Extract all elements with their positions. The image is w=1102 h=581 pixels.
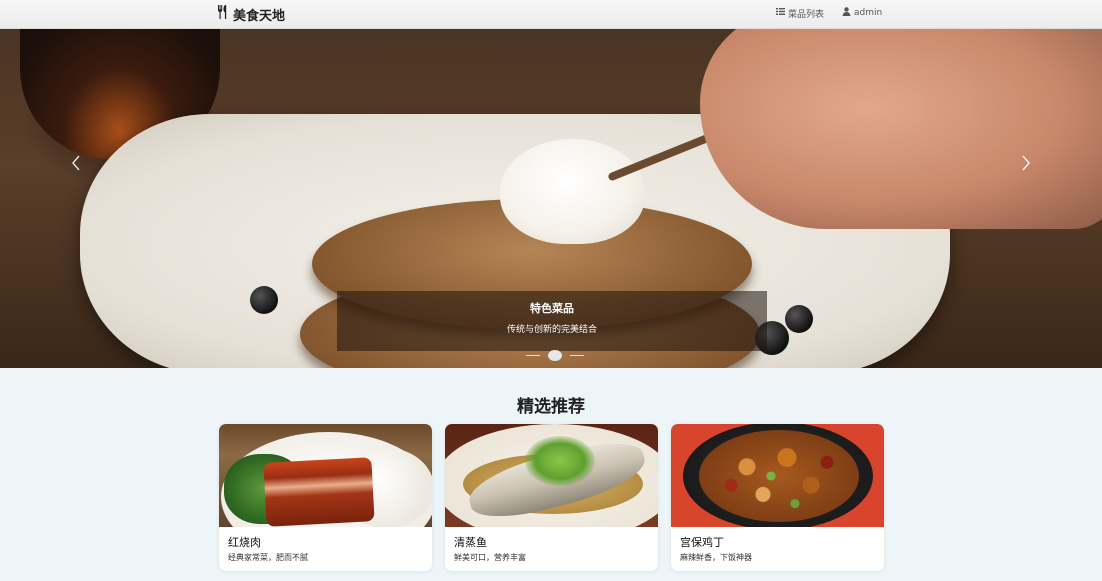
carousel-indicator[interactable] [570,354,584,357]
chevron-right-icon [1022,155,1030,171]
carousel-indicator-active[interactable] [548,350,562,361]
brand-link[interactable]: 美食天地 [217,5,286,24]
carousel-indicators [526,350,584,361]
carousel-caption-subtitle: 传统与创新的完美结合 [506,325,597,335]
carousel-image-berry [785,305,813,333]
nav-links: 菜品列表 admin [776,6,882,20]
dish-card[interactable]: 红烧肉 经典家常菜，肥而不腻 [219,424,432,571]
dish-image-kung-pao-chicken [671,424,884,527]
carousel-caption: 特色菜品 传统与创新的完美结合 [337,291,767,351]
nav-link-dish-list-label: 菜品列表 [788,9,825,20]
carousel-image-berry [250,286,278,314]
chevron-left-icon [72,155,80,171]
dish-name: 宫保鸡丁 [680,536,724,549]
navbar: 美食天地 菜品列表 admin [0,0,1102,29]
user-icon [842,7,851,19]
carousel-indicator[interactable] [526,354,540,357]
carousel-next-button[interactable] [1016,151,1036,175]
dish-image-braised-pork [219,424,432,527]
carousel-image-cream [500,139,645,244]
dish-card[interactable]: 清蒸鱼 鲜美可口，营养丰富 [445,424,658,571]
brand-name: 美食天地 [233,8,286,24]
dish-name: 红烧肉 [228,536,261,549]
dish-description: 经典家常菜，肥而不腻 [228,553,308,562]
featured-section-title: 精选推荐 [517,397,585,417]
nav-link-user[interactable]: admin [842,6,882,20]
dish-card[interactable]: 宫保鸡丁 麻辣鲜香，下饭神器 [671,424,884,571]
carousel-caption-title: 特色菜品 [530,302,574,315]
list-icon [776,7,785,19]
dish-description: 麻辣鲜香，下饭神器 [680,553,752,562]
nav-link-dish-list[interactable]: 菜品列表 [776,6,824,20]
dish-name: 清蒸鱼 [454,536,487,549]
dish-description: 鲜美可口，营养丰富 [454,553,526,562]
utensils-icon [217,5,229,23]
nav-link-user-label: admin [854,8,883,18]
carousel-prev-button[interactable] [66,151,86,175]
dish-image-steamed-fish [445,424,658,527]
hero-carousel: 特色菜品 传统与创新的完美结合 [0,29,1102,368]
carousel-image-hand [700,29,1102,229]
